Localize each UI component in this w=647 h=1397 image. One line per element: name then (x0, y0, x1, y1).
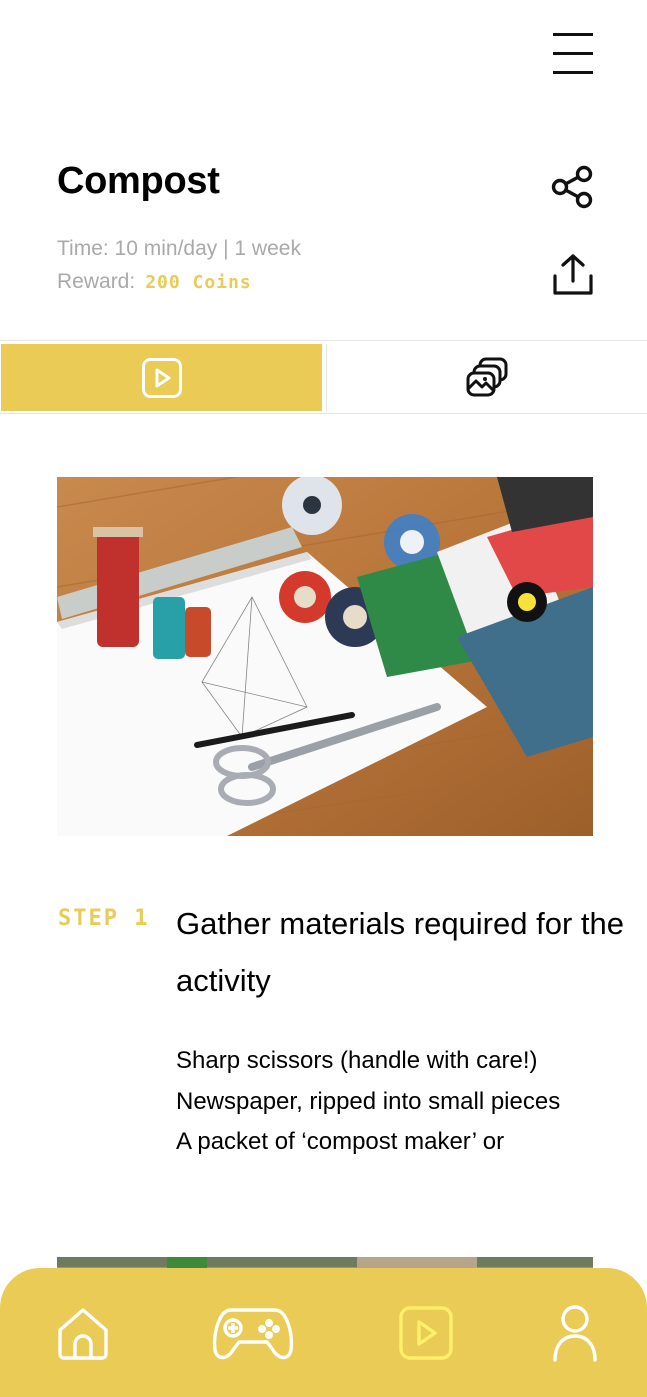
list-item: Sharp scissors (handle with care!) (176, 1047, 538, 1074)
page-title: Compost (57, 160, 220, 202)
nav-home[interactable] (48, 1298, 118, 1368)
user-icon (553, 1305, 597, 1362)
bottom-navigation (0, 1268, 647, 1397)
nav-games[interactable] (208, 1298, 298, 1368)
nav-videos[interactable] (391, 1298, 461, 1368)
menu-button[interactable] (548, 30, 598, 78)
step-photo (57, 477, 593, 836)
play-icon (141, 357, 182, 398)
images-icon (466, 357, 508, 396)
upload-icon (553, 254, 593, 295)
share-button[interactable] (549, 163, 597, 211)
tab-gallery[interactable] (326, 344, 647, 411)
step-title: Gather materials required for the activi… (176, 906, 624, 998)
home-icon (58, 1308, 108, 1360)
share-icon (551, 165, 593, 209)
media-tabs (0, 340, 647, 414)
time-text: Time: 10 min/day | 1 week (57, 237, 301, 260)
nav-profile[interactable] (540, 1298, 610, 1368)
activity-meta: Time: 10 min/day | 1 week Reward: 200 Coi… (57, 232, 301, 299)
gamepad-icon (212, 1308, 294, 1360)
materials-list: Sharp scissors (handle with care!) Newsp… (176, 1041, 626, 1163)
step-label: STEP 1 (58, 906, 150, 931)
tab-video[interactable] (1, 344, 322, 411)
reward-row: Reward: 200 Coins (57, 265, 301, 299)
hamburger-menu-icon (553, 33, 593, 74)
list-item: A packet of ‘compost maker’ or (176, 1128, 505, 1155)
reward-label: Reward: (57, 270, 136, 293)
play-icon (399, 1306, 453, 1360)
list-item: Newspaper, ripped into small pieces (176, 1087, 561, 1115)
export-button[interactable] (549, 251, 597, 299)
reward-value: 200 Coins (145, 272, 252, 293)
